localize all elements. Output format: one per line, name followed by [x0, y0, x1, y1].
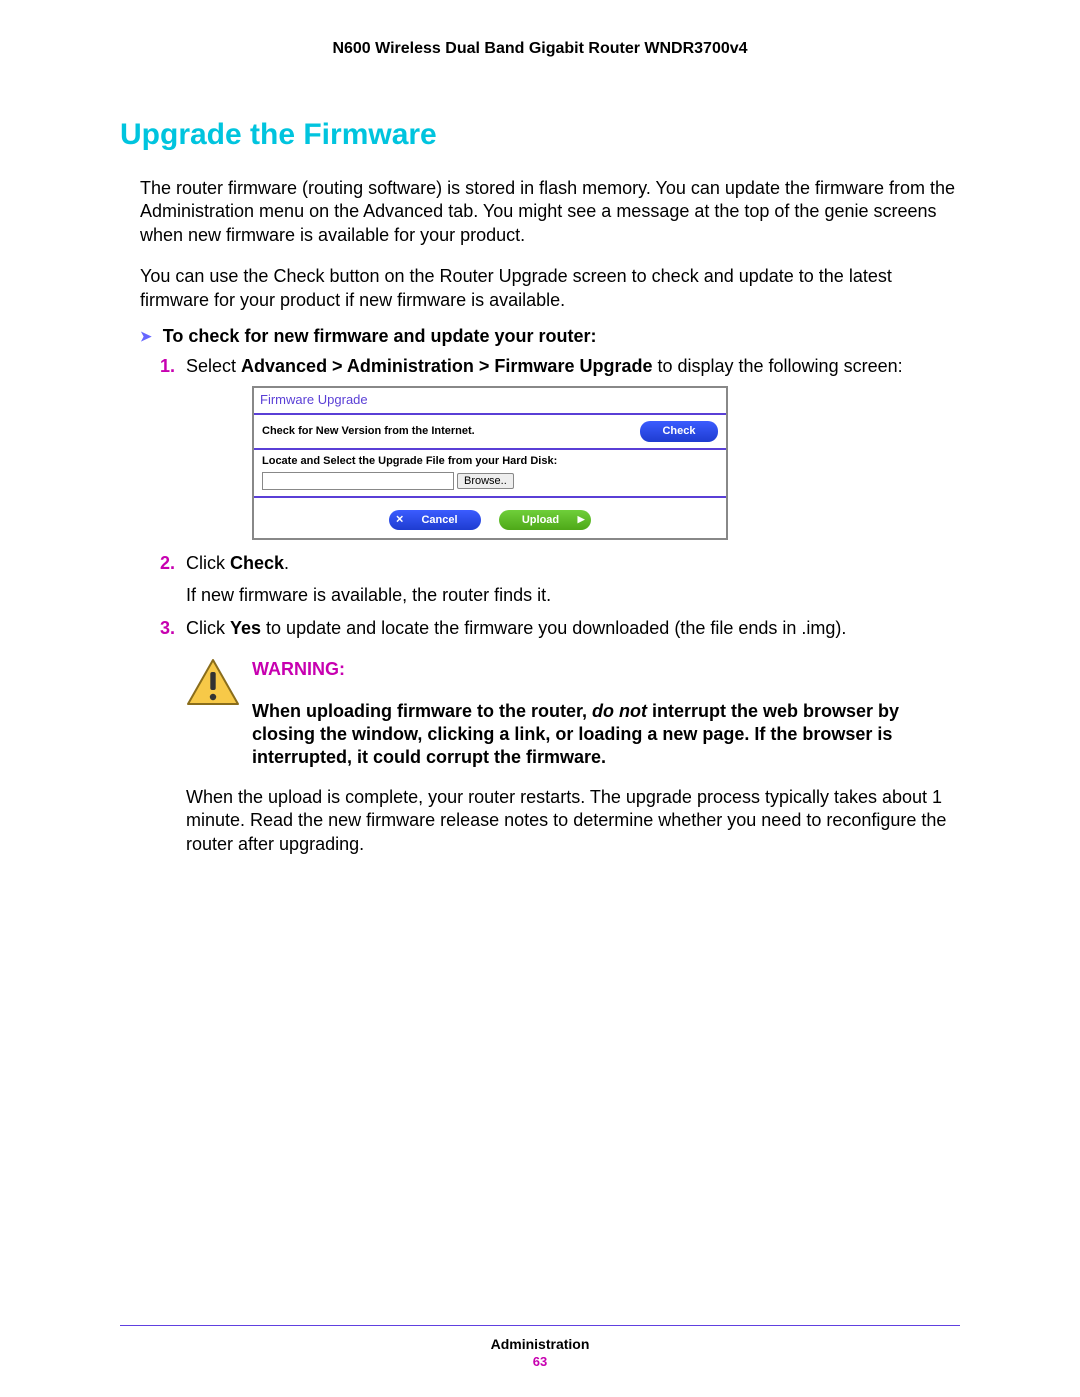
- intro-paragraph-2: You can use the Check button on the Rout…: [140, 265, 960, 312]
- step-text: Click: [186, 618, 230, 638]
- step-text: Select: [186, 356, 241, 376]
- cancel-button-label: Cancel: [421, 513, 457, 527]
- step-text-bold: Check: [230, 553, 284, 573]
- step-text: .: [284, 553, 289, 573]
- check-version-label: Check for New Version from the Internet.: [262, 424, 475, 438]
- cancel-button[interactable]: ✕ Cancel: [389, 510, 481, 530]
- step-1: 1. Select Advanced > Administration > Fi…: [160, 355, 960, 540]
- file-path-input[interactable]: [262, 472, 454, 490]
- page-title: Upgrade the Firmware: [120, 118, 960, 152]
- procedure-heading: ➤ To check for new firmware and update y…: [140, 326, 960, 347]
- step-number: 2.: [160, 552, 175, 575]
- page-footer: Administration 63: [120, 1325, 960, 1369]
- footer-section-name: Administration: [120, 1336, 960, 1352]
- step-text: Click: [186, 553, 230, 573]
- procedure-title: To check for new firmware and update you…: [163, 326, 597, 346]
- warning-label: WARNING:: [252, 658, 960, 681]
- locate-file-row: Locate and Select the Upgrade File from …: [254, 450, 726, 498]
- step-text-bold: Advanced > Administration > Firmware Upg…: [241, 356, 652, 376]
- step-subtext: If new firmware is available, the router…: [186, 584, 960, 607]
- step-number: 1.: [160, 355, 175, 378]
- step-2: 2. Click Check. If new firmware is avail…: [160, 552, 960, 607]
- check-version-row: Check for New Version from the Internet.…: [254, 415, 726, 449]
- arrow-right-icon: ▶: [578, 514, 585, 526]
- upload-button[interactable]: Upload ▶: [499, 510, 591, 530]
- firmware-upgrade-panel: Firmware Upgrade Check for New Version f…: [252, 386, 728, 540]
- warning-block: WARNING: When uploading firmware to the …: [186, 658, 960, 770]
- upload-button-label: Upload: [522, 513, 559, 527]
- locate-file-label: Locate and Select the Upgrade File from …: [262, 454, 718, 468]
- warning-icon: [186, 658, 240, 770]
- procedure-arrow-icon: ➤: [140, 328, 152, 345]
- warning-body: When uploading firmware to the router, d…: [252, 700, 960, 770]
- browse-button[interactable]: Browse..: [457, 473, 514, 489]
- step-text-bold: Yes: [230, 618, 261, 638]
- step-3: 3. Click Yes to update and locate the fi…: [160, 617, 960, 640]
- intro-paragraph-1: The router firmware (routing software) i…: [140, 177, 960, 247]
- document-header: N600 Wireless Dual Band Gigabit Router W…: [120, 40, 960, 58]
- close-icon: ✕: [395, 513, 403, 526]
- step-number: 3.: [160, 617, 175, 640]
- closing-paragraph: When the upload is complete, your router…: [186, 786, 960, 856]
- panel-footer: ✕ Cancel Upload ▶: [254, 498, 726, 538]
- step-text: to display the following screen:: [652, 356, 902, 376]
- panel-title: Firmware Upgrade: [254, 388, 726, 415]
- check-button[interactable]: Check: [640, 421, 718, 441]
- step-text: to update and locate the firmware you do…: [261, 618, 846, 638]
- footer-page-number: 63: [120, 1354, 960, 1369]
- footer-rule: [120, 1325, 960, 1326]
